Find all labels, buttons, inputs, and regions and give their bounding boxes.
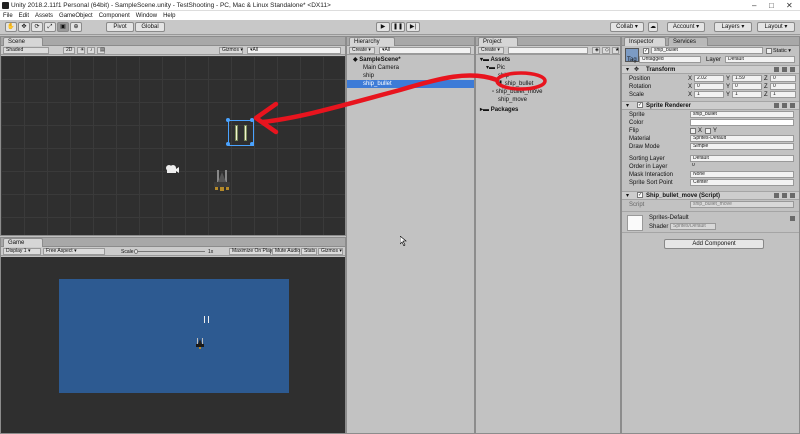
annotation-ellipse: [495, 71, 547, 91]
red-annotation: [253, 71, 547, 135]
annotation-arrow-head: [253, 101, 279, 135]
annotation-arrow-line: [259, 73, 500, 125]
